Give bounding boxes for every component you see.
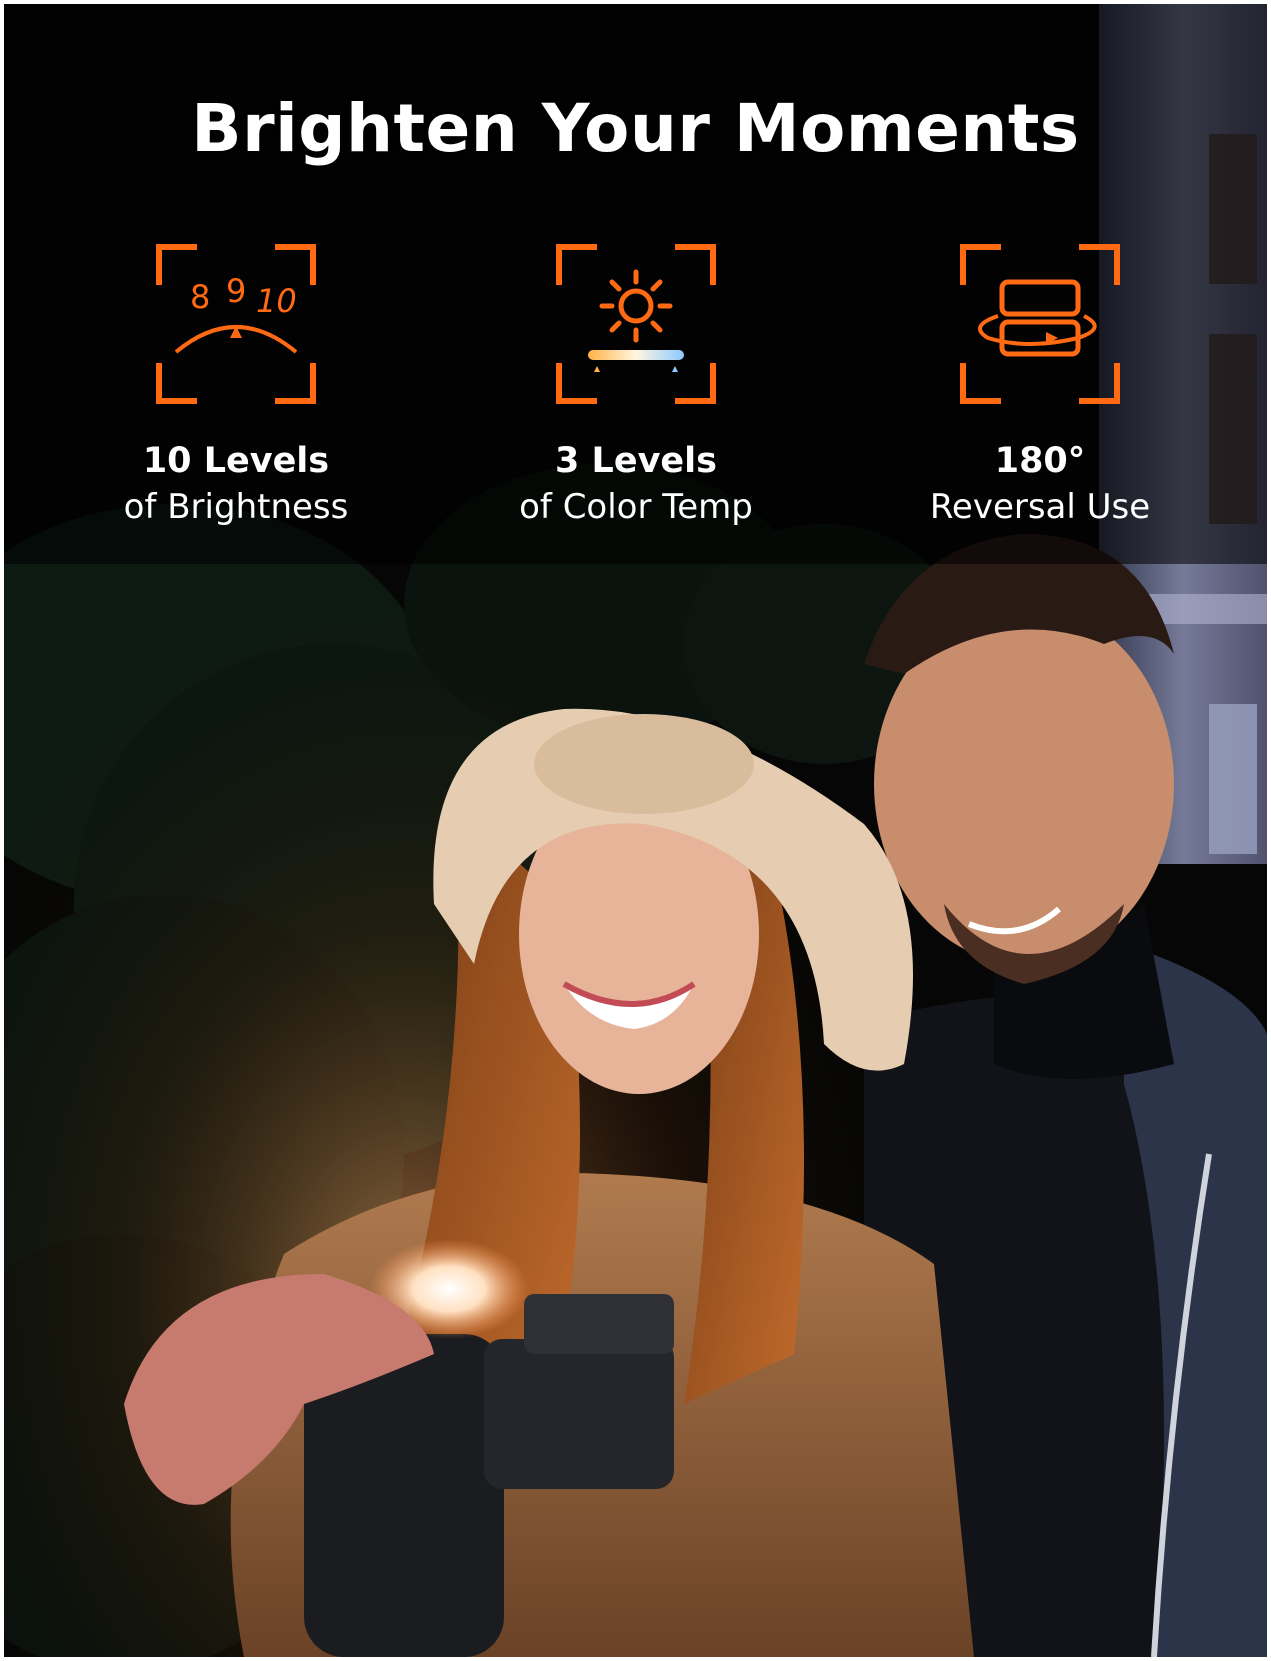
feature-title: 10 Levels bbox=[142, 441, 330, 481]
dial-digit-8: 8 bbox=[190, 278, 210, 316]
color-temperature-sun-icon bbox=[554, 242, 718, 406]
feature-subtitle: Reversal Use bbox=[929, 487, 1151, 527]
headline: Brighten Your Moments bbox=[191, 90, 1080, 167]
feature-subtitle: of Color Temp bbox=[519, 487, 753, 527]
dial-digit-9: 9 bbox=[226, 272, 246, 310]
feature-reversal: 180° Reversal Use bbox=[880, 242, 1200, 530]
feature-title: 3 Levels bbox=[555, 441, 717, 481]
dial-digit-10: 10 bbox=[256, 282, 297, 320]
feature-title: 180° bbox=[994, 441, 1086, 481]
product-banner: Brighten Your Moments 8 9 10 10 Levels o… bbox=[4, 4, 1267, 1657]
brightness-dial-icon: 8 9 10 bbox=[154, 242, 318, 406]
feature-subtitle: of Brightness bbox=[123, 487, 349, 527]
feature-brightness: 8 9 10 10 Levels of Brightness bbox=[76, 242, 396, 530]
feature-color-temp: 3 Levels of Color Temp bbox=[476, 242, 796, 530]
rotate-180-light-icon bbox=[958, 242, 1122, 406]
